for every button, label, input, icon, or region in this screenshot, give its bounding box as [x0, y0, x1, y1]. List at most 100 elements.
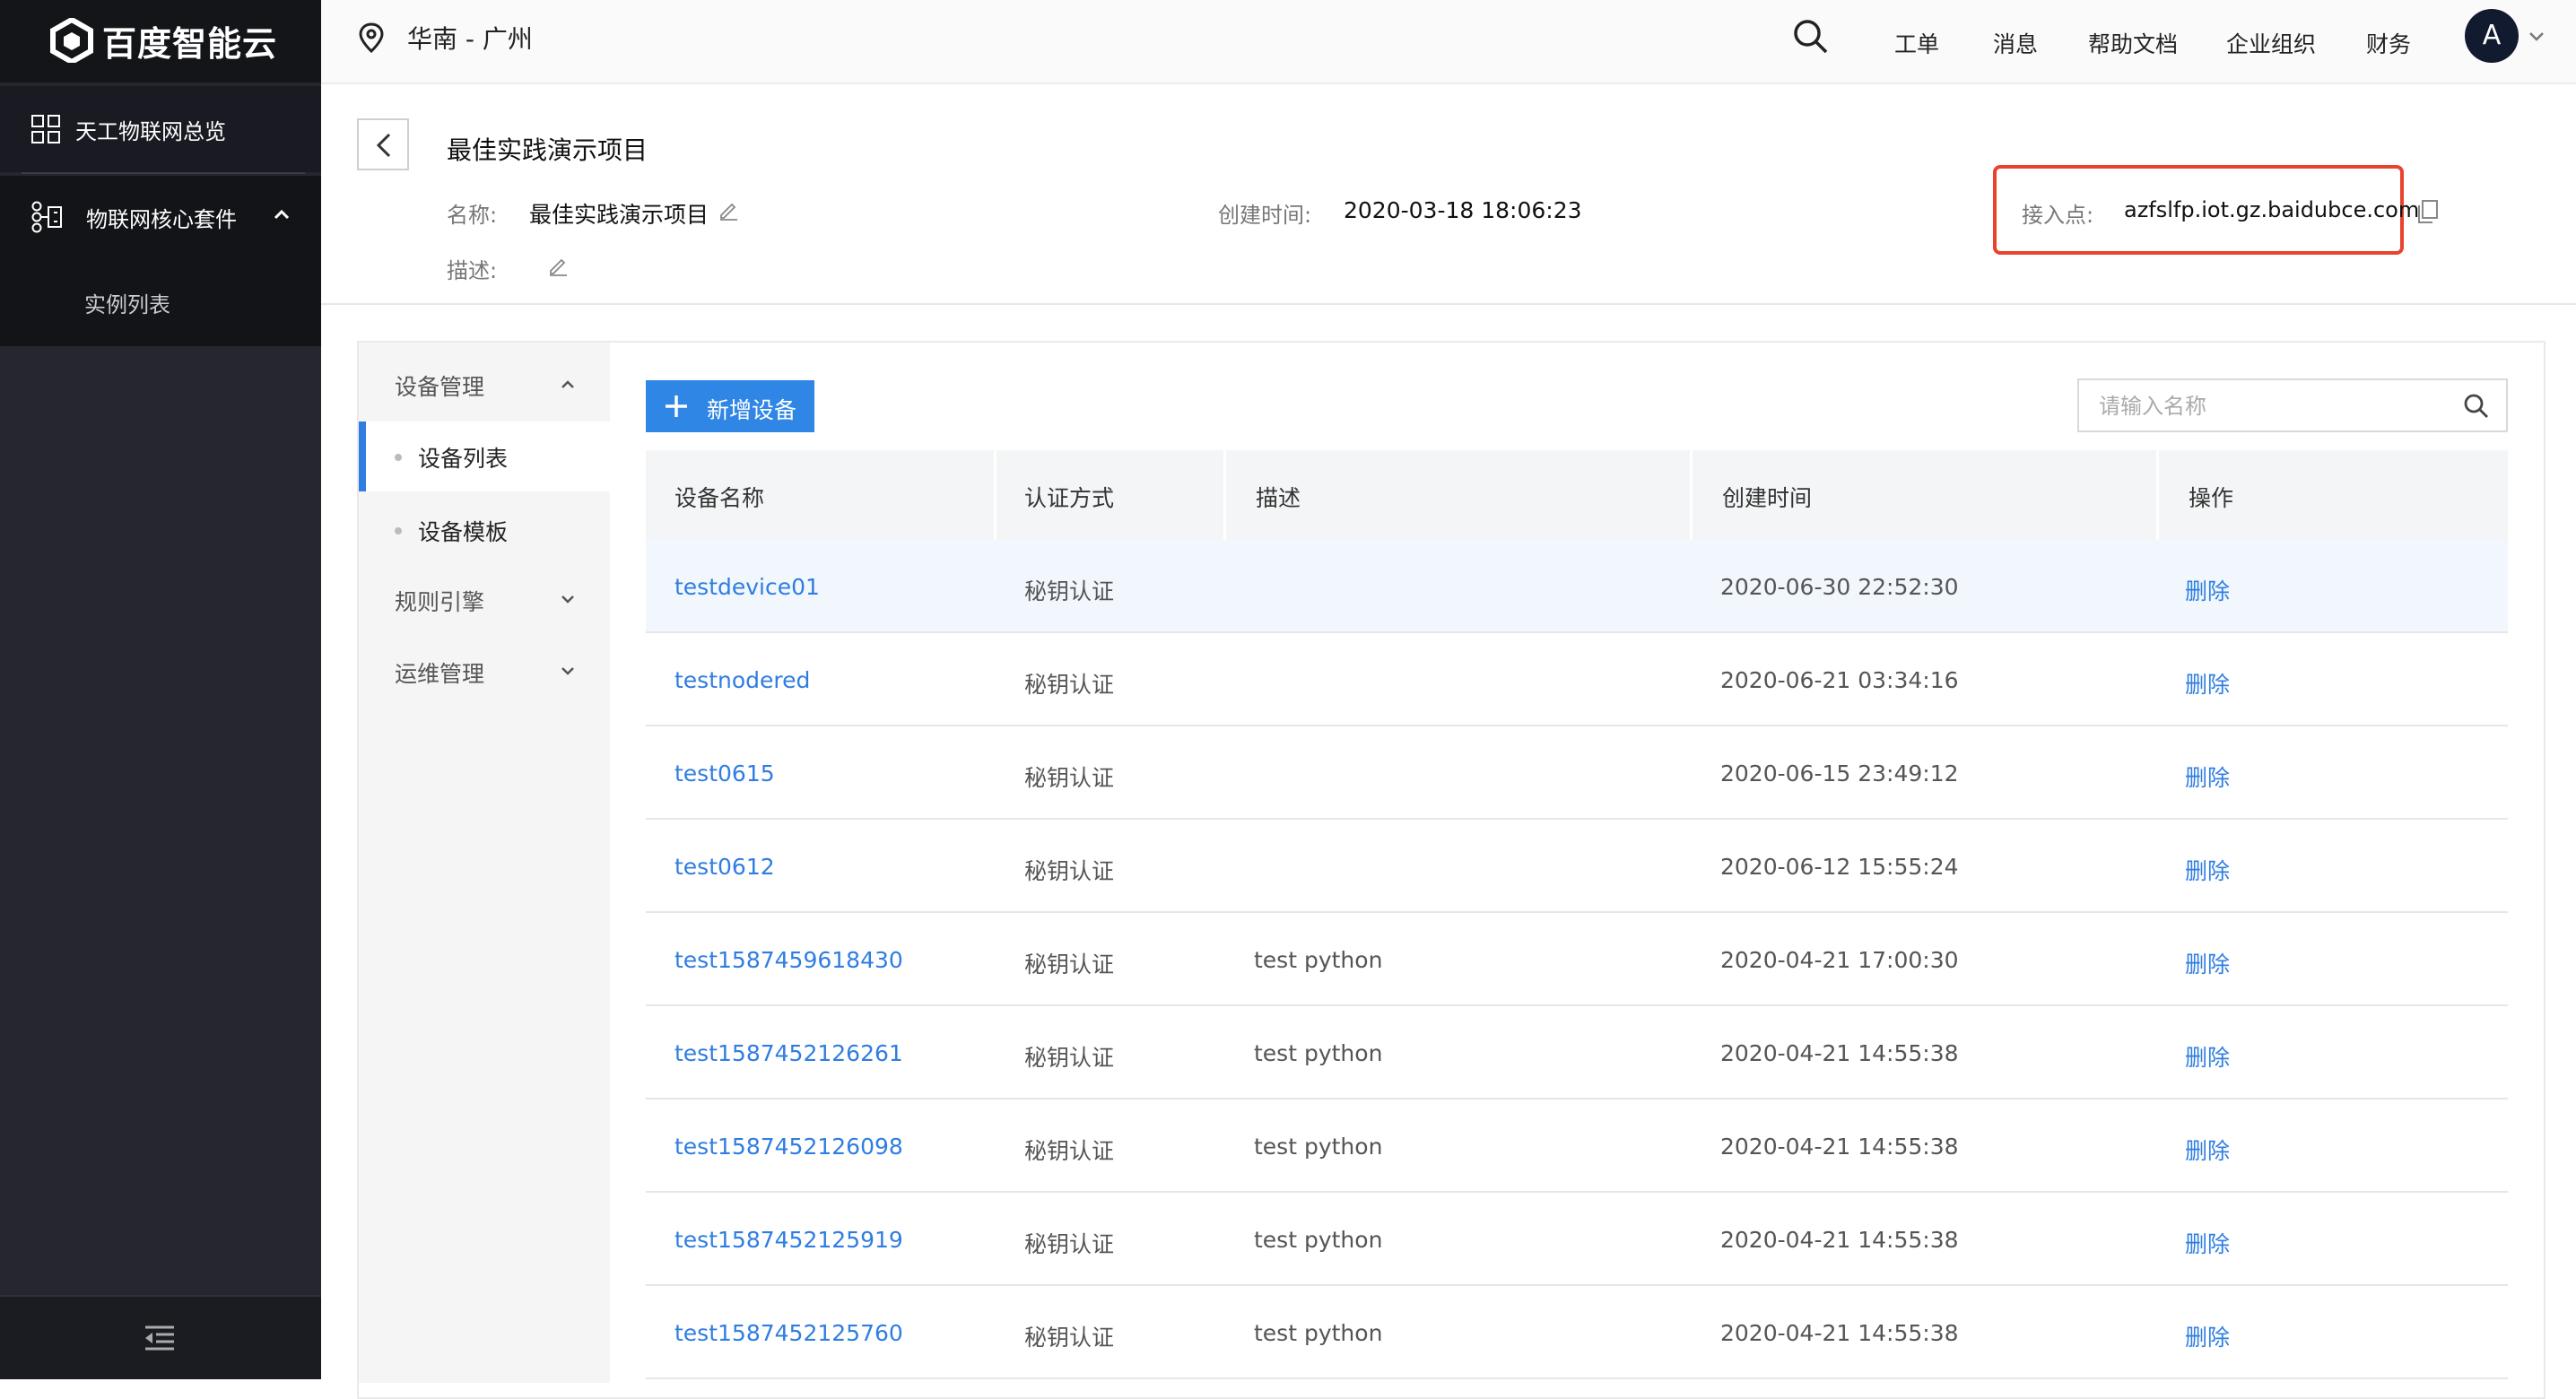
- auth-method: 秘钥认证: [1024, 1045, 1115, 1071]
- device-name-link[interactable]: test1587452126261: [674, 1040, 903, 1066]
- nav-organization[interactable]: 企业组织: [2226, 27, 2316, 59]
- brand-name: 百度智能云: [102, 24, 278, 64]
- chevron-up-icon[interactable]: [560, 378, 576, 389]
- plus-icon: [666, 395, 687, 417]
- delete-link[interactable]: 删除: [2185, 667, 2230, 700]
- device-name-link[interactable]: test1587452125760: [674, 1320, 903, 1346]
- chevron-down-icon[interactable]: [560, 594, 576, 604]
- search-field[interactable]: [2077, 378, 2508, 432]
- name-label: 名称:: [447, 203, 498, 228]
- col-actions: 操作: [2189, 485, 2234, 511]
- delete-link[interactable]: 删除: [2185, 1134, 2230, 1166]
- table-row: testnodered 秘钥认证 2020-06-21 03:34:16 删除: [646, 633, 2508, 726]
- nav-finance[interactable]: 财务: [2366, 27, 2411, 59]
- nav-rule-engine[interactable]: 规则引擎: [395, 585, 484, 617]
- created-time: 2020-04-21 14:55:38: [1720, 1227, 1959, 1253]
- created-time: 2020-04-21 17:00:30: [1720, 947, 1959, 973]
- device-name-link[interactable]: test1587459618430: [674, 947, 903, 973]
- table-body: testdevice01 秘钥认证 2020-06-30 22:52:30 删除 tes…: [646, 540, 2508, 1379]
- device-name-link[interactable]: test1587452125919: [674, 1227, 903, 1253]
- col-desc: 描述: [1256, 485, 1301, 511]
- delete-link[interactable]: 删除: [2185, 947, 2230, 979]
- copy-icon[interactable]: [2416, 199, 2440, 224]
- nav-tickets[interactable]: 工单: [1894, 27, 1939, 59]
- device-desc: test python: [1254, 1227, 1383, 1253]
- auth-method: 秘钥认证: [1024, 858, 1115, 884]
- delete-link[interactable]: 删除: [2185, 574, 2230, 606]
- delete-link[interactable]: 删除: [2185, 760, 2230, 793]
- sidebar-item-instances[interactable]: 实例列表: [0, 258, 321, 346]
- active-indicator: [359, 421, 366, 491]
- nav-messages[interactable]: 消息: [1993, 27, 2038, 59]
- device-table: 设备名称 认证方式 描述 创建时间 操作 testdevice01 秘钥认证 202…: [646, 450, 2508, 1379]
- sidebar-collapse-toggle[interactable]: [0, 1295, 321, 1379]
- col-device-name: 设备名称: [674, 485, 765, 511]
- nav-ops-mgmt[interactable]: 运维管理: [395, 656, 484, 689]
- back-button[interactable]: [357, 118, 409, 170]
- delete-link[interactable]: 删除: [2185, 1320, 2230, 1352]
- device-name-link[interactable]: test1587452126098: [674, 1134, 903, 1160]
- sidebar-item-label: 天工物联网总览: [75, 118, 226, 144]
- created-time: 2020-06-12 15:55:24: [1720, 854, 1959, 880]
- column-separator: [1223, 450, 1226, 540]
- created-time: 2020-04-21 14:55:38: [1720, 1134, 1959, 1160]
- top-bar: 华南 - 广州 工单 消息 帮助文档 企业组织 财务 A: [321, 0, 2576, 84]
- endpoint-value: azfslfp.iot.gz.baidubce.com: [2124, 197, 2420, 222]
- table-row: test0615 秘钥认证 2020-06-15 23:49:12 删除: [646, 726, 2508, 820]
- global-search-button[interactable]: [1792, 18, 1830, 56]
- edit-name-icon[interactable]: [718, 199, 739, 221]
- nav-label: 设备列表: [418, 446, 509, 472]
- chevron-down-icon[interactable]: [2528, 30, 2546, 43]
- device-name-link[interactable]: test0615: [674, 760, 775, 786]
- edit-desc-icon[interactable]: [547, 255, 569, 276]
- header-divider: [321, 303, 2576, 305]
- created-value: 2020-03-18 18:06:23: [1344, 197, 1582, 223]
- column-separator: [2156, 450, 2159, 540]
- delete-link[interactable]: 删除: [2185, 1227, 2230, 1259]
- iot-nodes-icon: [31, 201, 62, 233]
- created-time: 2020-06-15 23:49:12: [1720, 760, 1959, 786]
- region-selector[interactable]: 华南 - 广州: [359, 20, 533, 56]
- name-value: 最佳实践演示项目: [529, 202, 709, 228]
- search-icon[interactable]: [2463, 393, 2490, 420]
- chevron-down-icon[interactable]: [560, 665, 576, 676]
- sidebar-item-core-suite[interactable]: 物联网核心套件: [0, 176, 321, 258]
- created-time: 2020-04-21 14:55:38: [1720, 1040, 1959, 1066]
- auth-method: 秘钥认证: [1024, 1138, 1115, 1164]
- collapse-menu-icon: [145, 1325, 174, 1351]
- device-desc: test python: [1254, 1040, 1383, 1066]
- sidebar-item-overview[interactable]: 天工物联网总览: [0, 86, 321, 172]
- delete-link[interactable]: 删除: [2185, 1040, 2230, 1073]
- cloud-logo-icon: [50, 18, 93, 63]
- table-row: test1587452126098 秘钥认证 test python 2020-04-…: [646, 1099, 2508, 1193]
- created-time: 2020-06-21 03:34:16: [1720, 667, 1959, 693]
- nav-device-list[interactable]: 设备列表: [359, 421, 610, 491]
- add-device-button[interactable]: 新增设备: [646, 380, 814, 432]
- add-device-label: 新增设备: [707, 397, 797, 423]
- bullet-dot: [395, 527, 402, 534]
- grid-icon: [31, 115, 60, 143]
- column-separator: [994, 450, 996, 540]
- device-name-link[interactable]: testnodered: [674, 667, 810, 693]
- created-time: 2020-04-21 14:55:38: [1720, 1320, 1959, 1346]
- desc-label: 描述:: [447, 258, 498, 283]
- bullet-dot: [395, 454, 402, 461]
- table-row: test1587459618430 秘钥认证 test python 2020-04-…: [646, 913, 2508, 1006]
- chevron-left-icon: [376, 133, 391, 158]
- search-input[interactable]: [2097, 389, 2459, 423]
- auth-method: 秘钥认证: [1024, 578, 1115, 604]
- delete-link[interactable]: 删除: [2185, 854, 2230, 886]
- table-row: testdevice01 秘钥认证 2020-06-30 22:52:30 删除: [646, 540, 2508, 633]
- nav-device-mgmt[interactable]: 设备管理: [395, 369, 484, 402]
- sidebar-divider: [22, 172, 305, 174]
- nav-label: 设备模板: [418, 519, 509, 545]
- location-pin-icon: [359, 22, 384, 53]
- nav-help-docs[interactable]: 帮助文档: [2088, 27, 2178, 59]
- sidebar-item-label: 物联网核心套件: [86, 206, 237, 232]
- device-name-link[interactable]: test0612: [674, 854, 775, 880]
- brand-logo[interactable]: 百度智能云: [0, 0, 321, 83]
- nav-device-template[interactable]: 设备模板: [359, 495, 610, 565]
- avatar[interactable]: A: [2465, 9, 2519, 63]
- device-name-link[interactable]: testdevice01: [674, 574, 820, 600]
- auth-method: 秘钥认证: [1024, 951, 1115, 978]
